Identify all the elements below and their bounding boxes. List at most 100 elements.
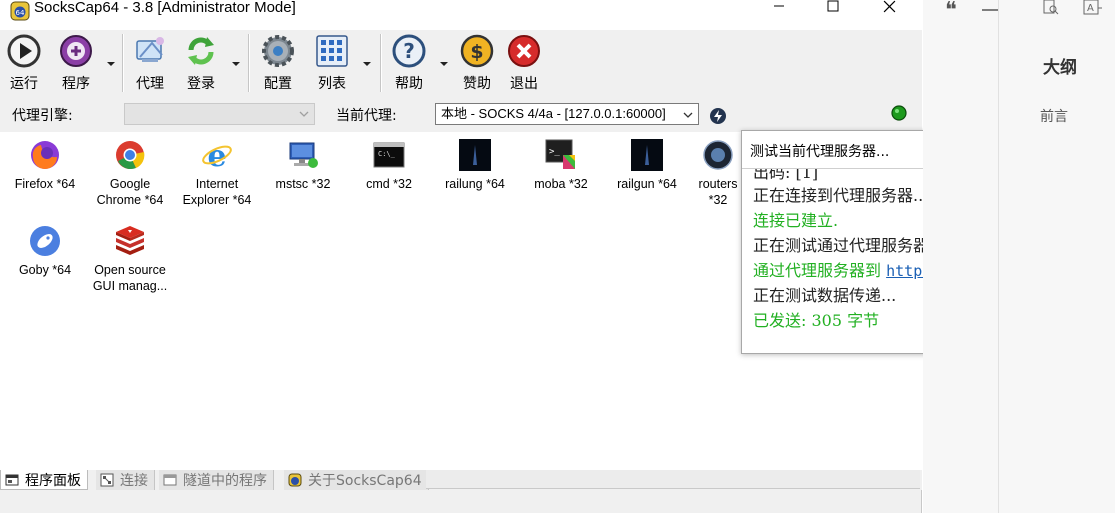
main-toolbar: 运行 程序 代理 登录 配置 列表 ? 帮助 $ 赞助 退出 (0, 30, 922, 96)
text-format-icon[interactable]: A (1083, 0, 1103, 16)
minimize-icon (774, 5, 784, 7)
log-line: 出码: [1] (753, 168, 819, 182)
proxy-button[interactable]: 代理 (132, 33, 168, 95)
program-item[interactable]: e Internet Explorer *64 (175, 138, 259, 208)
horizontal-rule-icon[interactable] (981, 4, 999, 16)
svg-text:C:\_: C:\_ (378, 150, 396, 158)
sponsor-button[interactable]: $ 赞助 (459, 33, 495, 95)
program-item[interactable]: routers *32 (688, 138, 748, 208)
close-button[interactable] (866, 0, 912, 14)
app-logo-icon (288, 473, 302, 487)
tab-program-panel[interactable]: 程序面板 (0, 470, 88, 490)
gear-icon (262, 35, 294, 67)
program-item[interactable]: Open source GUI manag... (88, 224, 172, 294)
proxy-label: 代理 (136, 76, 164, 92)
pane-divider (998, 0, 999, 513)
minimize-button[interactable] (756, 0, 802, 14)
help-button[interactable]: ? 帮助 (391, 33, 427, 95)
log-line: 已发送: 305 字节 (753, 311, 880, 330)
svg-text:>_: >_ (549, 147, 560, 157)
dollar-coin-icon: $ (460, 34, 494, 68)
search-document-icon[interactable] (1042, 0, 1060, 16)
log-via-proxy: 通过代理服务器到 (753, 261, 882, 280)
current-proxy-select[interactable]: 本地 - SOCKS 4/4a - [127.0.0.1:60000] (435, 103, 699, 125)
cmd-icon: C:\_ (372, 138, 406, 172)
help-dropdown-icon[interactable] (439, 60, 449, 68)
moba-icon: >_ (544, 138, 578, 172)
program-item[interactable]: C:\_ cmd *32 (347, 138, 431, 192)
program-item[interactable]: Goby *64 (3, 224, 87, 278)
help-icon: ? (392, 34, 426, 68)
program-item[interactable]: Google Chrome *64 (88, 138, 172, 208)
login-label: 登录 (187, 76, 215, 92)
bottom-tab-bar: 程序面板 连接 隧道中的程序 关于SocksCap64 (0, 470, 922, 490)
list-label: 列表 (318, 76, 346, 92)
programs-button[interactable]: 程序 (58, 33, 94, 95)
program-item[interactable]: railgun *64 (605, 138, 689, 192)
program-item[interactable]: mstsc *32 (261, 138, 345, 192)
login-dropdown-icon[interactable] (231, 60, 241, 68)
chevron-down-icon (683, 112, 693, 118)
proxy-engine-select[interactable] (124, 103, 315, 125)
tab-connections-label: 连接 (120, 473, 148, 489)
goby-icon (28, 224, 62, 258)
log-line: 正在测试数据传递... (753, 286, 897, 305)
sponsor-label: 赞助 (463, 76, 491, 92)
exit-label: 退出 (510, 76, 538, 92)
popup-title: 测试当前代理服务器... (750, 144, 890, 160)
current-proxy-value: 本地 - SOCKS 4/4a - [127.0.0.1:60000] (441, 106, 666, 121)
background-editor-pane: ❝ A 大纲 前言 (923, 0, 1115, 513)
log-line: 连接已建立. (753, 211, 839, 230)
svg-text:64: 64 (16, 9, 25, 17)
window-icon (5, 474, 19, 485)
railung-icon (458, 138, 492, 172)
exit-icon (508, 35, 540, 67)
programs-dropdown-icon[interactable] (106, 60, 116, 68)
routers-icon (701, 138, 735, 172)
chrome-icon (113, 138, 147, 172)
app-logo-icon: 64 (10, 1, 30, 21)
list-button[interactable]: 列表 (314, 33, 350, 95)
outline-item-preface[interactable]: 前言 (1040, 106, 1068, 126)
toolbar-separator (248, 34, 250, 92)
programs-label: 程序 (62, 76, 90, 92)
run-button[interactable]: 运行 (6, 33, 42, 95)
svg-text:A: A (1087, 3, 1094, 14)
tab-about[interactable]: 关于SocksCap64 (284, 470, 429, 490)
maximize-icon (827, 0, 839, 12)
current-proxy-label: 当前代理: (336, 108, 397, 124)
run-label: 运行 (10, 76, 38, 92)
program-item[interactable]: railung *64 (433, 138, 517, 192)
program-item[interactable]: Firefox *64 (3, 138, 87, 192)
tab-tunneled-programs-label: 隧道中的程序 (183, 473, 267, 489)
maximize-button[interactable] (810, 0, 856, 14)
config-label: 配置 (264, 76, 292, 92)
add-program-icon (60, 35, 92, 67)
login-button[interactable]: 登录 (183, 33, 219, 95)
log-line: 正在连接到代理服务器... (753, 186, 929, 205)
redis-icon (113, 224, 147, 258)
lightning-test-icon[interactable] (709, 107, 727, 125)
proxy-bar: 代理引擎: 当前代理: 本地 - SOCKS 4/4a - [127.0.0.1… (0, 96, 922, 132)
tab-tunneled-programs[interactable]: 隧道中的程序 (159, 470, 274, 490)
toolbar-separator (380, 34, 382, 92)
list-dropdown-icon[interactable] (362, 60, 372, 68)
config-button[interactable]: 配置 (260, 33, 296, 95)
window-title: SocksCap64 - 3.8 [Administrator Mode] (34, 0, 296, 16)
title-bar: 64 SocksCap64 - 3.8 [Administrator Mode] (0, 0, 922, 30)
close-icon (883, 0, 895, 13)
proxy-icon (136, 37, 164, 62)
tab-bar-filler (426, 470, 920, 489)
program-item[interactable]: >_ moba *32 (519, 138, 603, 192)
tab-connections[interactable]: 连接 (96, 470, 155, 490)
chevron-down-icon (299, 111, 309, 117)
exit-button[interactable]: 退出 (506, 33, 542, 95)
tab-about-label: 关于SocksCap64 (308, 473, 422, 489)
play-icon (7, 34, 41, 68)
railgun-icon (630, 138, 664, 172)
svg-text:$: $ (470, 41, 483, 63)
quote-icon[interactable]: ❝ (945, 0, 957, 23)
help-label: 帮助 (395, 76, 423, 92)
svg-text:e: e (207, 139, 226, 171)
svg-text:?: ? (403, 39, 415, 63)
